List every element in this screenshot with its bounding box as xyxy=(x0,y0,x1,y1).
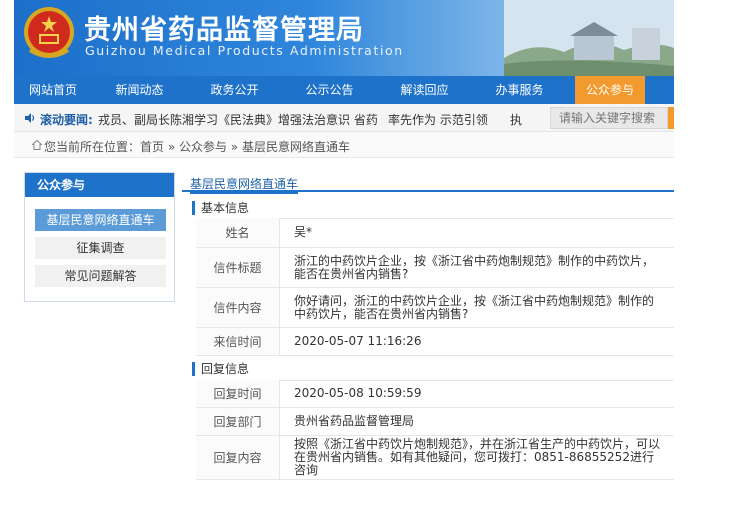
ticker-headline-3[interactable]: 执 xyxy=(510,111,522,128)
table-row: 回复时间 2020-05-08 10:59:59 xyxy=(196,380,674,408)
table-row: 回复内容 按照《浙江省中药饮片炮制规范》，并在浙江省生产的中药饮片，可以在贵州省… xyxy=(196,436,674,480)
row-label: 来信时间 xyxy=(196,328,280,355)
main-content: 基层民意网络直通车 基本信息 姓名 吴* 信件标题 浙江的中药饮片企业，按《浙江… xyxy=(182,172,674,482)
row-value: 浙江的中药饮片企业，按《浙江省中药炮制规范》制作的中药饮片，能否在贵州省内销售? xyxy=(294,253,655,281)
search-input[interactable] xyxy=(550,107,668,129)
row-label: 回复内容 xyxy=(196,436,280,479)
breadcrumb-text[interactable]: 您当前所在位置：首页 » 公众参与 » 基层民意网络直通车 xyxy=(44,138,350,155)
breadcrumb: 您当前所在位置：首页 » 公众参与 » 基层民意网络直通车 xyxy=(14,132,674,158)
row-value: 贵州省药品监督管理局 xyxy=(294,414,415,428)
nav-item-services[interactable]: 办事服务 xyxy=(472,76,567,104)
header-scenery-image xyxy=(504,0,674,76)
table-row: 信件内容 你好请问，浙江的中药饮片企业，按《浙江省中药炮制规范》制作的中药饮片，… xyxy=(196,288,674,328)
table-row: 姓名 吴* xyxy=(196,218,674,248)
main-nav: 网站首页 新闻动态 政务公开 公示公告 解读回应 办事服务 公众参与 xyxy=(14,76,674,104)
table-row: 回复部门 贵州省药品监督管理局 xyxy=(196,408,674,436)
nav-item-news[interactable]: 新闻动态 xyxy=(92,76,187,104)
nav-item-home[interactable]: 网站首页 xyxy=(14,76,92,104)
row-value: 2020-05-08 10:59:59 xyxy=(294,386,422,400)
reply-info-heading: 回复信息 xyxy=(192,362,249,376)
nav-item-participation[interactable]: 公众参与 xyxy=(575,76,645,104)
row-value: 2020-05-07 11:16:26 xyxy=(294,334,422,348)
row-value: 你好请问，浙江的中药饮片企业，按《浙江省中药炮制规范》制作的中药饮片，能否在贵州… xyxy=(294,293,655,321)
basic-info-heading: 基本信息 xyxy=(192,201,249,215)
row-value: 按照《浙江省中药饮片炮制规范》，并在浙江省生产的中药饮片，可以在贵州省内销售。如… xyxy=(294,437,661,477)
national-emblem-icon xyxy=(24,7,74,58)
sidebar-item-survey[interactable]: 征集调查 xyxy=(35,237,166,259)
nav-item-announcements[interactable]: 公示公告 xyxy=(282,76,377,104)
table-row: 信件标题 浙江的中药饮片企业，按《浙江省中药炮制规范》制作的中药饮片，能否在贵州… xyxy=(196,248,674,288)
tab-grassroots-channel[interactable]: 基层民意网络直通车 xyxy=(190,175,299,194)
row-label: 信件标题 xyxy=(196,248,280,287)
sidebar-item-faq[interactable]: 常见问题解答 xyxy=(35,265,166,287)
news-ticker: 滚动要闻: 戎员、副局长陈湘学习《民法典》增强法治意识 省药 率先作为 示范引领… xyxy=(14,104,674,132)
row-label: 信件内容 xyxy=(196,288,280,327)
ticker-headline-2[interactable]: 率先作为 示范引领 xyxy=(388,111,488,128)
row-value: 吴* xyxy=(294,225,313,239)
ticker-headline[interactable]: 戎员、副局长陈湘学习《民法典》增强法治意识 省药 xyxy=(98,111,378,128)
sidebar: 公众参与 基层民意网络直通车 征集调查 常见问题解答 xyxy=(24,172,175,302)
sidebar-title: 公众参与 xyxy=(25,173,174,197)
ticker-label: 滚动要闻: xyxy=(40,113,93,127)
row-label: 姓名 xyxy=(196,218,280,247)
site-header: 贵州省药品监督管理局 Guizhou Medical Products Admi… xyxy=(14,0,674,76)
sidebar-item-grassroots-channel[interactable]: 基层民意网络直通车 xyxy=(35,209,166,231)
main-tab-bar: 基层民意网络直通车 xyxy=(182,172,674,194)
home-icon xyxy=(32,140,42,150)
page: 贵州省药品监督管理局 Guizhou Medical Products Admi… xyxy=(14,0,674,482)
table-row: 来信时间 2020-05-07 11:16:26 xyxy=(196,328,674,356)
row-label: 回复部门 xyxy=(196,408,280,435)
site-title: 贵州省药品监督管理局 xyxy=(84,15,364,46)
row-label: 回复时间 xyxy=(196,380,280,407)
nav-item-gov-affairs[interactable]: 政务公开 xyxy=(187,76,282,104)
site-subtitle: Guizhou Medical Products Administration xyxy=(85,43,404,58)
search-button[interactable] xyxy=(668,107,674,129)
nav-item-interpretation[interactable]: 解读回应 xyxy=(377,76,472,104)
speaker-icon xyxy=(25,113,35,123)
